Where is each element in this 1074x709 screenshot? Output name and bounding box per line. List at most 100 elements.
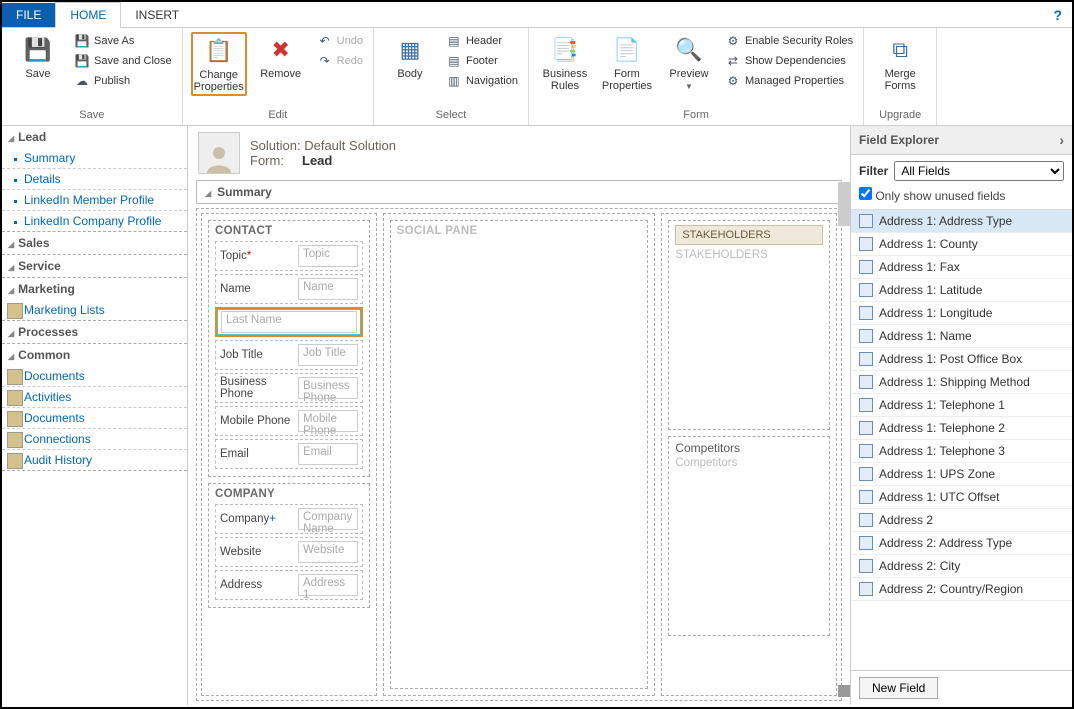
- unused-fields-checkbox[interactable]: Only show unused fields: [859, 189, 1005, 203]
- field-item[interactable]: Address 1: UPS Zone: [851, 463, 1072, 486]
- field-item[interactable]: Address 1: Telephone 3: [851, 440, 1072, 463]
- field-mobile-phone[interactable]: Mobile PhoneMobile Phone: [215, 406, 363, 436]
- field-item[interactable]: Address 1: Latitude: [851, 279, 1072, 302]
- security-icon: ⚙: [725, 33, 741, 49]
- field-icon: [859, 237, 873, 251]
- redo-button[interactable]: ↷Redo: [315, 52, 365, 70]
- help-icon[interactable]: ?: [1053, 7, 1062, 23]
- formprops-icon: 📄: [611, 34, 643, 66]
- business-rules-button[interactable]: 📑Business Rules: [537, 32, 593, 94]
- tab-file[interactable]: FILE: [2, 3, 55, 27]
- nav-head-sales[interactable]: Sales: [2, 232, 187, 254]
- field-item[interactable]: Address 2: City: [851, 555, 1072, 578]
- field-list[interactable]: Address 1: Address TypeAddress 1: County…: [851, 209, 1072, 670]
- security-roles-button[interactable]: ⚙Enable Security Roles: [723, 32, 855, 50]
- field-item[interactable]: Address 1: UTC Offset: [851, 486, 1072, 509]
- section-social[interactable]: SOCIAL PANE: [390, 220, 649, 689]
- header-icon: ▤: [446, 33, 462, 49]
- tab-home[interactable]: HOME: [55, 2, 121, 28]
- field-lastname[interactable]: Last Name: [215, 307, 363, 337]
- nav-item-details[interactable]: Details: [2, 168, 187, 189]
- nav-section-marketing: Marketing Marketing Lists: [2, 278, 187, 321]
- field-item[interactable]: Address 2: Country/Region: [851, 578, 1072, 601]
- field-topic[interactable]: Topic*Topic: [215, 241, 363, 271]
- field-item[interactable]: Address 1: Fax: [851, 256, 1072, 279]
- nav-head-service[interactable]: Service: [2, 255, 187, 277]
- column-1[interactable]: CONTACT Topic*Topic NameName Last Name J…: [201, 213, 377, 696]
- form-properties-button[interactable]: 📄Form Properties: [599, 32, 655, 94]
- header-button[interactable]: ▤Header: [444, 32, 520, 50]
- field-item-label: Address 1: Fax: [879, 260, 960, 274]
- column-3[interactable]: STAKEHOLDERS STAKEHOLDERS Competitors Co…: [661, 213, 837, 696]
- field-website[interactable]: WebsiteWebsite: [215, 537, 363, 567]
- preview-button[interactable]: 🔍Preview▼: [661, 32, 717, 93]
- field-item[interactable]: Address 1: Longitude: [851, 302, 1072, 325]
- nav-item-connections[interactable]: Connections: [2, 428, 187, 449]
- field-item[interactable]: Address 1: Post Office Box: [851, 348, 1072, 371]
- workspace: Lead Summary Details LinkedIn Member Pro…: [2, 126, 1072, 705]
- canvas-header: Solution: Default Solution Form: Lead: [188, 126, 850, 180]
- save-close-button[interactable]: 💾Save and Close: [72, 52, 174, 70]
- field-icon: [859, 421, 873, 435]
- merge-forms-button[interactable]: ⧉Merge Forms: [872, 32, 928, 94]
- field-item-label: Address 1: Latitude: [879, 283, 982, 297]
- save-button[interactable]: 💾 Save: [10, 32, 66, 82]
- nav-item-marketing-lists[interactable]: Marketing Lists: [2, 300, 187, 320]
- field-item[interactable]: Address 1: Name: [851, 325, 1072, 348]
- stakeholders-header: STAKEHOLDERS: [675, 225, 823, 245]
- section-competitors[interactable]: Competitors Competitors: [668, 436, 830, 636]
- footer-button[interactable]: ▤Footer: [444, 52, 520, 70]
- body-button[interactable]: ▦ Body: [382, 32, 438, 82]
- field-item[interactable]: Address 1: County: [851, 233, 1072, 256]
- field-jobtitle[interactable]: Job TitleJob Title: [215, 340, 363, 370]
- field-item[interactable]: Address 1: Telephone 1: [851, 394, 1072, 417]
- field-item[interactable]: Address 2: Address Type: [851, 532, 1072, 555]
- scroll-thumb-top[interactable]: [838, 182, 850, 226]
- section-contact[interactable]: CONTACT Topic*Topic NameName Last Name J…: [208, 220, 370, 477]
- field-item[interactable]: Address 1: Shipping Method: [851, 371, 1072, 394]
- navigation-button[interactable]: ▥Navigation: [444, 72, 520, 90]
- field-email[interactable]: EmailEmail: [215, 439, 363, 469]
- nav-head-processes[interactable]: Processes: [2, 321, 187, 343]
- managed-props-button[interactable]: ⚙Managed Properties: [723, 72, 855, 90]
- field-icon: [859, 536, 873, 550]
- save-close-icon: 💾: [74, 53, 90, 69]
- field-item[interactable]: Address 1: Address Type: [851, 210, 1072, 233]
- nav-head-marketing[interactable]: Marketing: [2, 278, 187, 300]
- remove-button[interactable]: ✖ Remove: [253, 32, 309, 82]
- field-company[interactable]: Company+Company Name: [215, 504, 363, 534]
- nav-item-linkedin-member[interactable]: LinkedIn Member Profile: [2, 189, 187, 210]
- field-business-phone[interactable]: Business PhoneBusiness Phone: [215, 373, 363, 403]
- tab-summary[interactable]: Summary: [196, 180, 842, 204]
- change-properties-button[interactable]: 📋 Change Properties: [191, 32, 247, 96]
- publish-button[interactable]: ☁Publish: [72, 72, 174, 90]
- save-as-button[interactable]: 💾Save As: [72, 32, 174, 50]
- nav-item-linkedin-company[interactable]: LinkedIn Company Profile: [2, 210, 187, 231]
- save-as-icon: 💾: [74, 33, 90, 49]
- column-2[interactable]: SOCIAL PANE: [383, 213, 656, 696]
- nav-item-summary[interactable]: Summary: [2, 148, 187, 168]
- scroll-thumb-bottom[interactable]: [838, 685, 850, 697]
- filter-select[interactable]: All Fields: [894, 161, 1064, 181]
- tab-insert[interactable]: INSERT: [121, 3, 193, 27]
- nav-item-activities[interactable]: Activities: [2, 386, 187, 407]
- nav-item-audit[interactable]: Audit History: [2, 449, 187, 470]
- field-icon: [859, 490, 873, 504]
- section-company[interactable]: COMPANY Company+Company Name WebsiteWebs…: [208, 483, 370, 608]
- field-icon: [859, 398, 873, 412]
- field-address[interactable]: AddressAddress 1: [215, 570, 363, 600]
- nav-head-lead[interactable]: Lead: [2, 126, 187, 148]
- undo-button[interactable]: ↶Undo: [315, 32, 365, 50]
- design-surface[interactable]: CONTACT Topic*Topic NameName Last Name J…: [196, 208, 842, 701]
- nav-item-documents-2[interactable]: Documents: [2, 407, 187, 428]
- stakeholders-placeholder: STAKEHOLDERS: [675, 249, 823, 261]
- field-item[interactable]: Address 2: [851, 509, 1072, 532]
- new-field-button[interactable]: New Field: [859, 677, 938, 699]
- nav-head-common[interactable]: Common: [2, 344, 187, 366]
- section-stakeholders[interactable]: STAKEHOLDERS STAKEHOLDERS: [668, 220, 830, 430]
- nav-item-documents[interactable]: Documents: [2, 366, 187, 386]
- field-name[interactable]: NameName: [215, 274, 363, 304]
- field-item[interactable]: Address 1: Telephone 2: [851, 417, 1072, 440]
- dependencies-button[interactable]: ⇄Show Dependencies: [723, 52, 855, 70]
- field-explorer-header[interactable]: Field Explorer ›: [851, 126, 1072, 155]
